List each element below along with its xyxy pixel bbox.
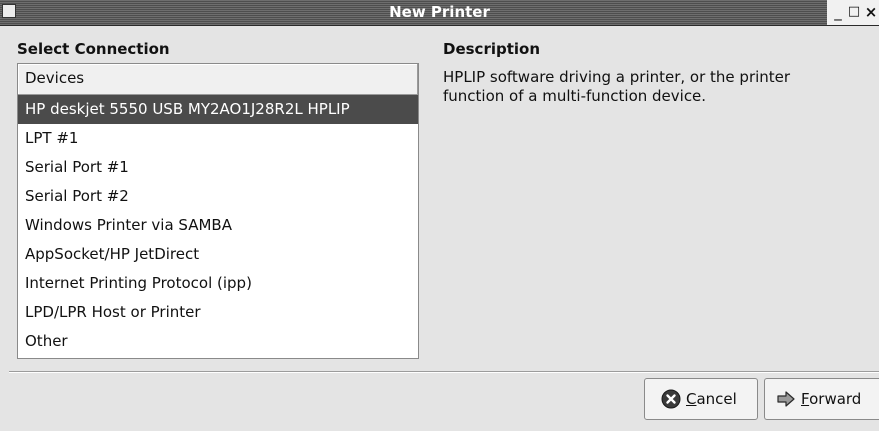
forward-button-label: Forward [801,390,862,408]
cancel-button[interactable]: Cancel [644,378,758,420]
close-icon[interactable]: × [863,2,879,22]
window-controls: _ □ × [827,0,879,25]
connection-list-item[interactable]: Other [18,327,418,356]
connection-list-item[interactable]: AppSocket/HP JetDirect [18,240,418,269]
window-title: New Printer [389,3,490,21]
connection-list[interactable]: Devices HP deskjet 5550 USB MY2AO1J28R2L… [17,63,419,359]
cancel-icon [661,389,681,409]
maximize-icon[interactable]: □ [846,2,862,22]
select-connection-heading: Select Connection [17,40,170,58]
connection-list-item[interactable]: LPD/LPR Host or Printer [18,298,418,327]
description-text: HPLIP software driving a printer, or the… [443,68,791,105]
devices-column-header[interactable]: Devices [18,64,418,95]
connection-list-item[interactable]: Serial Port #2 [18,182,418,211]
connection-list-item[interactable]: Serial Port #1 [18,153,418,182]
button-bar-divider [9,371,879,373]
minimize-icon[interactable]: _ [830,2,846,22]
description-heading: Description [443,40,541,58]
connection-list-rows: HP deskjet 5550 USB MY2AO1J28R2L HPLIP LP… [18,95,418,356]
forward-button[interactable]: Forward [764,378,879,420]
forward-arrow-icon [776,389,796,409]
connection-list-item[interactable]: Internet Printing Protocol (ipp) [18,269,418,298]
window-titlebar[interactable]: New Printer _ □ × [0,0,879,26]
cancel-button-label: Cancel [686,390,737,408]
connection-list-item[interactable]: HP deskjet 5550 USB MY2AO1J28R2L HPLIP [18,95,418,124]
connection-list-item[interactable]: Windows Printer via SAMBA [18,211,418,240]
connection-list-item[interactable]: LPT #1 [18,124,418,153]
